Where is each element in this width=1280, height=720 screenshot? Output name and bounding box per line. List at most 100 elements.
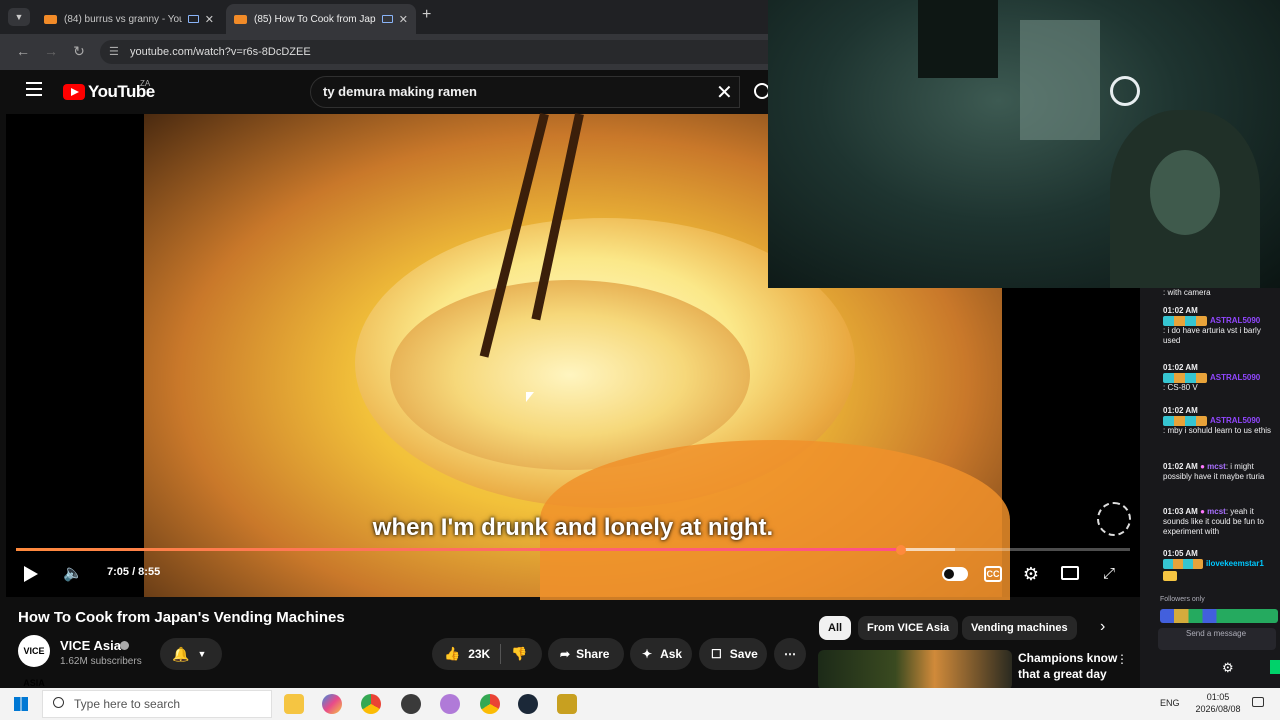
notification-bell-button[interactable]: 🔔 ▼ xyxy=(160,638,222,670)
share-button[interactable]: ➦ Share xyxy=(548,638,624,670)
url-text: youtube.com/watch?v=r6s-8DcDZEE xyxy=(130,46,311,58)
thumbs-up-icon: 👍 xyxy=(444,646,461,661)
video-subtitle: when I'm drunk and lonely at night. xyxy=(372,514,774,541)
chrome-icon[interactable] xyxy=(361,694,381,714)
recommended-more-icon[interactable]: ⋮ xyxy=(1116,652,1128,666)
chat-username[interactable]: ASTRAL5090 xyxy=(1210,373,1260,382)
search-input[interactable]: ty demura making ramen xyxy=(310,76,740,108)
chrome-active-icon[interactable] xyxy=(480,694,500,714)
chat-message: : with camera xyxy=(1163,288,1275,298)
reload-button[interactable]: ↻ xyxy=(70,42,88,60)
obs-icon[interactable] xyxy=(401,694,421,714)
like-count: 23K xyxy=(468,647,491,661)
recommended-thumbnail[interactable] xyxy=(818,650,1012,690)
back-button[interactable]: ← xyxy=(14,42,32,60)
subscribe-watermark-icon[interactable] xyxy=(1097,502,1131,536)
chat-message: 01:05 AM ilovekeemstar1 xyxy=(1163,549,1275,582)
language-indicator[interactable]: ENG xyxy=(1160,698,1180,708)
chat-settings-gear-icon[interactable]: ⚙ xyxy=(1222,660,1234,676)
copilot-icon[interactable] xyxy=(322,694,342,714)
menu-icon[interactable] xyxy=(26,82,42,96)
site-info-icon[interactable]: ☰ xyxy=(109,40,119,64)
forward-button[interactable]: → xyxy=(42,42,60,60)
steam-icon[interactable] xyxy=(518,694,538,714)
channel-name[interactable]: VICE Asia xyxy=(60,638,121,653)
chat-username[interactable]: ASTRAL5090 xyxy=(1210,416,1260,425)
mic-badge-icon: ● xyxy=(1200,462,1205,471)
clear-search-icon[interactable]: ✕ xyxy=(716,80,733,105)
like-dislike-group: 👍 23K 👎 xyxy=(432,638,542,670)
taskbar-clock[interactable]: 01:05 2026/08/08 xyxy=(1190,691,1246,715)
chat-input[interactable]: Send a message xyxy=(1158,628,1276,650)
chat-message: 01:02 AM ASTRAL5090 : i do have arturia … xyxy=(1163,306,1275,346)
chat-badges-icon xyxy=(1163,559,1203,569)
emote-picker-row-icon[interactable] xyxy=(1160,609,1278,623)
chip-from-vice-asia[interactable]: From VICE Asia xyxy=(858,616,959,640)
new-tab-button[interactable]: + xyxy=(422,6,431,24)
tab-title: (85) How To Cook from Japa xyxy=(254,13,376,25)
chevron-down-icon: ▼ xyxy=(197,649,207,659)
share-label: Share xyxy=(576,647,610,661)
tab-how-to-cook[interactable]: (85) How To Cook from Japa ✕ xyxy=(226,4,416,34)
video-title: How To Cook from Japan's Vending Machine… xyxy=(18,609,345,626)
youtube-favicon-icon xyxy=(44,14,57,24)
address-bar[interactable]: ☰ youtube.com/watch?v=r6s-8DcDZEE xyxy=(100,40,780,64)
chip-next-chevron-icon[interactable]: › xyxy=(1100,618,1105,636)
tab-list-button[interactable]: ▼ xyxy=(8,8,30,26)
video-rice-image xyxy=(390,280,750,470)
sparkle-icon: ✦ xyxy=(642,647,653,661)
chat-badges-icon xyxy=(1163,416,1207,426)
webcam-background xyxy=(918,0,998,78)
chat-timestamp: 01:02 AM xyxy=(1163,406,1198,415)
clock-time: 01:05 xyxy=(1206,692,1230,702)
chat-text: : i do have arturia vst i barly used xyxy=(1163,326,1261,346)
chat-text: : mby i sohuld learn to us ethis xyxy=(1163,426,1272,436)
progress-scrubber[interactable] xyxy=(896,545,906,555)
chat-message: 01:02 AM ASTRAL5090 : mby i sohuld learn… xyxy=(1163,406,1275,436)
taskbar-search-input[interactable]: Type here to search xyxy=(42,690,272,718)
progress-played xyxy=(16,548,901,551)
close-tab-icon[interactable]: ✕ xyxy=(399,13,408,26)
game-app-icon[interactable] xyxy=(557,694,577,714)
chat-username[interactable]: mcst xyxy=(1207,507,1226,516)
bell-icon: 🔔 xyxy=(172,646,190,662)
webcam-window-grille xyxy=(1020,20,1100,140)
chat-send-button[interactable] xyxy=(1270,660,1280,674)
captions-icon[interactable]: CC xyxy=(984,566,1002,582)
cast-icon xyxy=(381,15,393,23)
windows-start-icon[interactable] xyxy=(14,697,28,711)
dislike-button[interactable]: 👎 xyxy=(501,638,537,670)
chat-username[interactable]: ASTRAL5090 xyxy=(1210,316,1260,325)
file-explorer-icon[interactable] xyxy=(284,694,304,714)
miniplayer-icon[interactable] xyxy=(1061,566,1079,580)
notifications-icon[interactable] xyxy=(1252,697,1264,707)
time-display: 7:05 / 8:55 xyxy=(107,566,161,578)
mic-badge-icon: ● xyxy=(1200,507,1205,516)
chat-username[interactable]: mcst xyxy=(1207,462,1226,471)
like-button[interactable]: 👍 23K xyxy=(432,644,502,664)
followers-only-label: Followers only xyxy=(1160,596,1205,603)
chat-message: 01:02 AM ● mcst: i might possibly have i… xyxy=(1163,462,1275,482)
clock-date: 2026/08/08 xyxy=(1195,704,1241,714)
ask-button[interactable]: ✦ Ask xyxy=(630,638,692,670)
volume-icon[interactable]: 🔈 xyxy=(62,563,84,585)
chat-timestamp: 01:02 AM xyxy=(1163,462,1198,471)
mouse-cursor-icon xyxy=(526,392,534,402)
chip-all[interactable]: All xyxy=(819,616,852,640)
close-tab-icon[interactable]: ✕ xyxy=(205,13,214,26)
chat-text: : with camera xyxy=(1163,288,1211,297)
app-icon[interactable] xyxy=(440,694,460,714)
play-button[interactable] xyxy=(24,566,38,582)
channel-avatar[interactable]: VICE ASIA xyxy=(18,635,50,688)
chip-vending-machines[interactable]: Vending machines xyxy=(962,616,1077,640)
tab-burrus-vs-granny[interactable]: (84) burrus vs granny - You ✕ xyxy=(36,4,222,34)
autoplay-toggle[interactable] xyxy=(942,567,968,581)
fullscreen-icon[interactable]: ⤢ xyxy=(1098,563,1120,585)
chat-username[interactable]: ilovekeemstar1 xyxy=(1206,559,1264,568)
chat-timestamp: 01:03 AM xyxy=(1163,507,1198,516)
youtube-play-glyph-icon xyxy=(71,88,79,96)
chat-timestamp: 01:02 AM xyxy=(1163,363,1198,372)
more-actions-icon[interactable]: ⋯ xyxy=(774,638,806,670)
save-button[interactable]: ☐ Save xyxy=(699,638,767,670)
settings-gear-icon[interactable]: ⚙ xyxy=(1020,563,1042,585)
